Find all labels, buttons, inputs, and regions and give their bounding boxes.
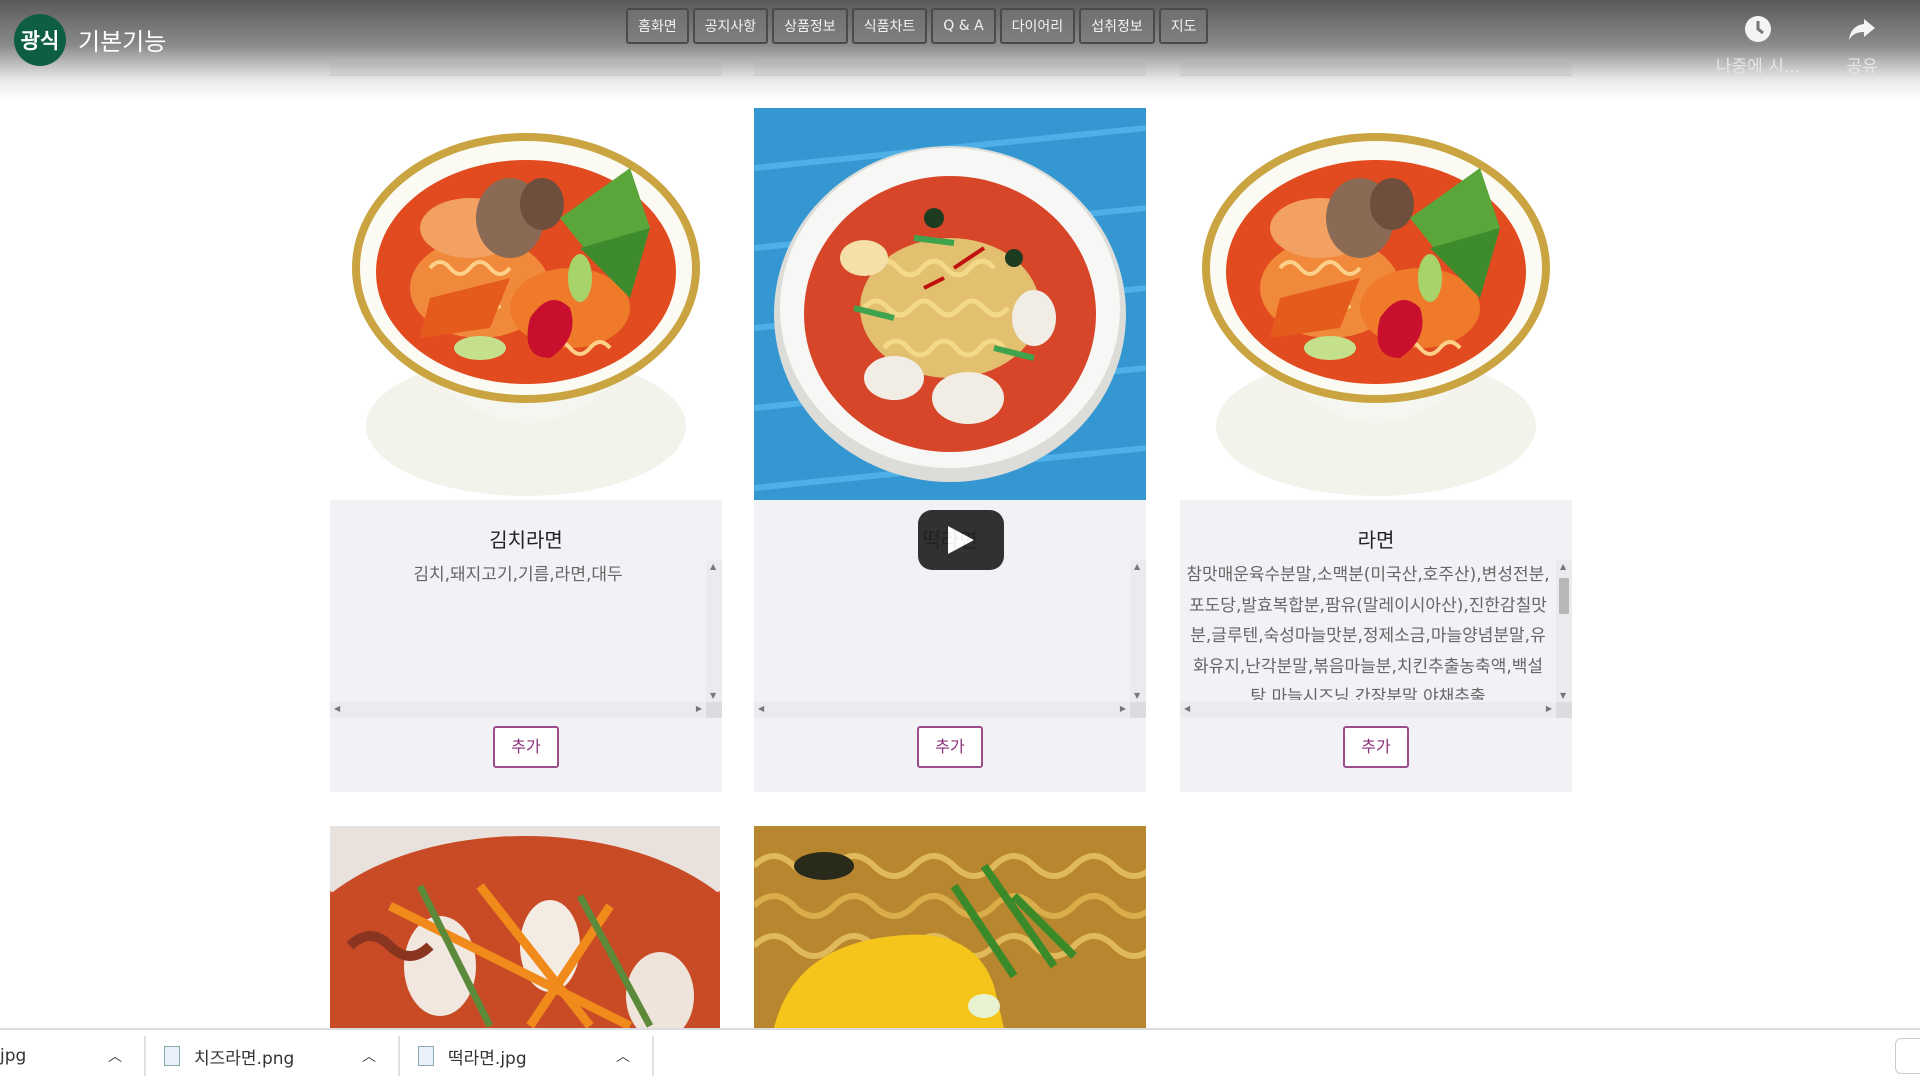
vertical-scrollbar[interactable]: ▲ ▼	[1130, 560, 1146, 702]
download-file-name: 떡라면.jpg	[448, 1048, 527, 1069]
share-label: 공유	[1846, 57, 1878, 77]
channel-avatar[interactable]: 광식	[14, 14, 66, 66]
product-description-box[interactable]: ▲ ▼ ◀ ▶	[754, 560, 1146, 720]
chevron-up-icon[interactable]: ︿	[616, 1046, 630, 1066]
download-item[interactable]: jpg ︿	[0, 1030, 140, 1082]
image-file-icon	[418, 1046, 434, 1066]
product-image-tteok-ramen	[754, 108, 1146, 500]
image-file-icon	[164, 1046, 180, 1066]
product-image-cheese-ramen	[754, 826, 1146, 1028]
nav-food-chart[interactable]: 식품차트	[851, 8, 928, 44]
add-button[interactable]: 추가	[917, 726, 983, 768]
divider	[144, 1036, 146, 1076]
scrollbar-corner	[706, 702, 722, 718]
nav-qna[interactable]: Q & A	[931, 8, 996, 44]
play-icon	[948, 526, 974, 554]
scroll-up-arrow-icon[interactable]: ▲	[1560, 562, 1566, 571]
scrollbar-corner	[1130, 702, 1146, 718]
show-all-downloads-button[interactable]	[1895, 1038, 1920, 1074]
nav-home[interactable]: 홈화면	[626, 8, 689, 44]
product-description: 김치,돼지고기,기름,라면,대두	[413, 565, 623, 585]
chevron-up-icon[interactable]: ︿	[108, 1046, 122, 1066]
download-file-name: 치즈라면.png	[194, 1048, 295, 1069]
add-button[interactable]: 추가	[1343, 726, 1409, 768]
product-card: 라면 참맛매운육수분말,소맥분(미국산,호주산),변성전분,포도당,발효복합분,…	[1180, 108, 1572, 792]
horizontal-scrollbar[interactable]: ◀ ▶	[330, 702, 706, 718]
vertical-scrollbar[interactable]: ▲ ▼	[1556, 560, 1572, 702]
nav-notice[interactable]: 공지사항	[692, 8, 769, 44]
scroll-right-arrow-icon[interactable]: ▶	[696, 704, 702, 713]
video-title[interactable]: 기본기능	[78, 22, 166, 57]
watch-later-label: 나중에 시...	[1715, 57, 1801, 77]
scroll-down-arrow-icon[interactable]: ▼	[1560, 691, 1566, 700]
scroll-left-arrow-icon[interactable]: ◀	[1184, 704, 1190, 713]
add-button[interactable]: 추가	[493, 726, 559, 768]
video-play-button[interactable]	[918, 510, 1004, 570]
product-image-seafood-ramen	[330, 826, 720, 1028]
product-card: 김치라면 김치,돼지고기,기름,라면,대두 ▲ ▼ ◀ ▶ 추가	[330, 108, 722, 792]
product-description: 참맛매운육수분말,소맥분(미국산,호주산),변성전분,포도당,발효복합분,팜유(…	[1186, 565, 1550, 700]
divider	[398, 1036, 400, 1076]
nav-intake[interactable]: 섭취정보	[1079, 8, 1155, 44]
scroll-left-arrow-icon[interactable]: ◀	[758, 704, 764, 713]
product-card: 떡라면 ▲ ▼ ◀ ▶ 추가	[754, 108, 1146, 792]
nav-map[interactable]: 지도	[1158, 8, 1209, 44]
nav-products[interactable]: 상품정보	[772, 8, 848, 44]
chevron-up-icon[interactable]: ︿	[362, 1046, 376, 1066]
watch-later-button[interactable]: 나중에 시...	[1698, 14, 1818, 77]
scrollbar-thumb[interactable]	[1559, 578, 1569, 614]
share-button[interactable]: 공유	[1802, 14, 1920, 77]
scroll-right-arrow-icon[interactable]: ▶	[1120, 704, 1126, 713]
download-item[interactable]: 떡라면.jpg ︿	[418, 1030, 648, 1082]
clock-icon	[1745, 16, 1771, 42]
scroll-up-arrow-icon[interactable]: ▲	[1134, 562, 1140, 571]
product-description-box[interactable]: 참맛매운육수분말,소맥분(미국산,호주산),변성전분,포도당,발효복합분,팜유(…	[1180, 560, 1572, 720]
scroll-up-arrow-icon[interactable]: ▲	[710, 562, 716, 571]
horizontal-scrollbar[interactable]: ◀ ▶	[754, 702, 1130, 718]
product-image-kimchi-ramen	[330, 108, 722, 500]
horizontal-scrollbar[interactable]: ◀ ▶	[1180, 702, 1556, 718]
scrollbar-corner	[1556, 702, 1572, 718]
divider	[652, 1036, 654, 1076]
scroll-right-arrow-icon[interactable]: ▶	[1546, 704, 1552, 713]
scroll-left-arrow-icon[interactable]: ◀	[334, 704, 340, 713]
product-name: 라면	[1357, 528, 1395, 552]
vertical-scrollbar[interactable]: ▲ ▼	[706, 560, 722, 702]
downloads-bar: jpg ︿ 치즈라면.png ︿ 떡라면.jpg ︿	[0, 1028, 1920, 1082]
scroll-down-arrow-icon[interactable]: ▼	[710, 691, 716, 700]
download-item[interactable]: 치즈라면.png ︿	[164, 1030, 394, 1082]
product-description	[754, 560, 1130, 700]
product-description-box[interactable]: 김치,돼지고기,기름,라면,대두 ▲ ▼ ◀ ▶	[330, 560, 722, 720]
scroll-down-arrow-icon[interactable]: ▼	[1134, 691, 1140, 700]
share-arrow-icon	[1849, 19, 1875, 40]
product-name: 김치라면	[489, 528, 563, 552]
download-file-name: jpg	[0, 1046, 27, 1066]
nav-diary[interactable]: 다이어리	[999, 8, 1076, 44]
product-image-ramen	[1180, 108, 1572, 500]
site-nav: 홈화면 공지사항 상품정보 식품차트 Q & A 다이어리 섭취정보 지도	[626, 8, 1209, 44]
